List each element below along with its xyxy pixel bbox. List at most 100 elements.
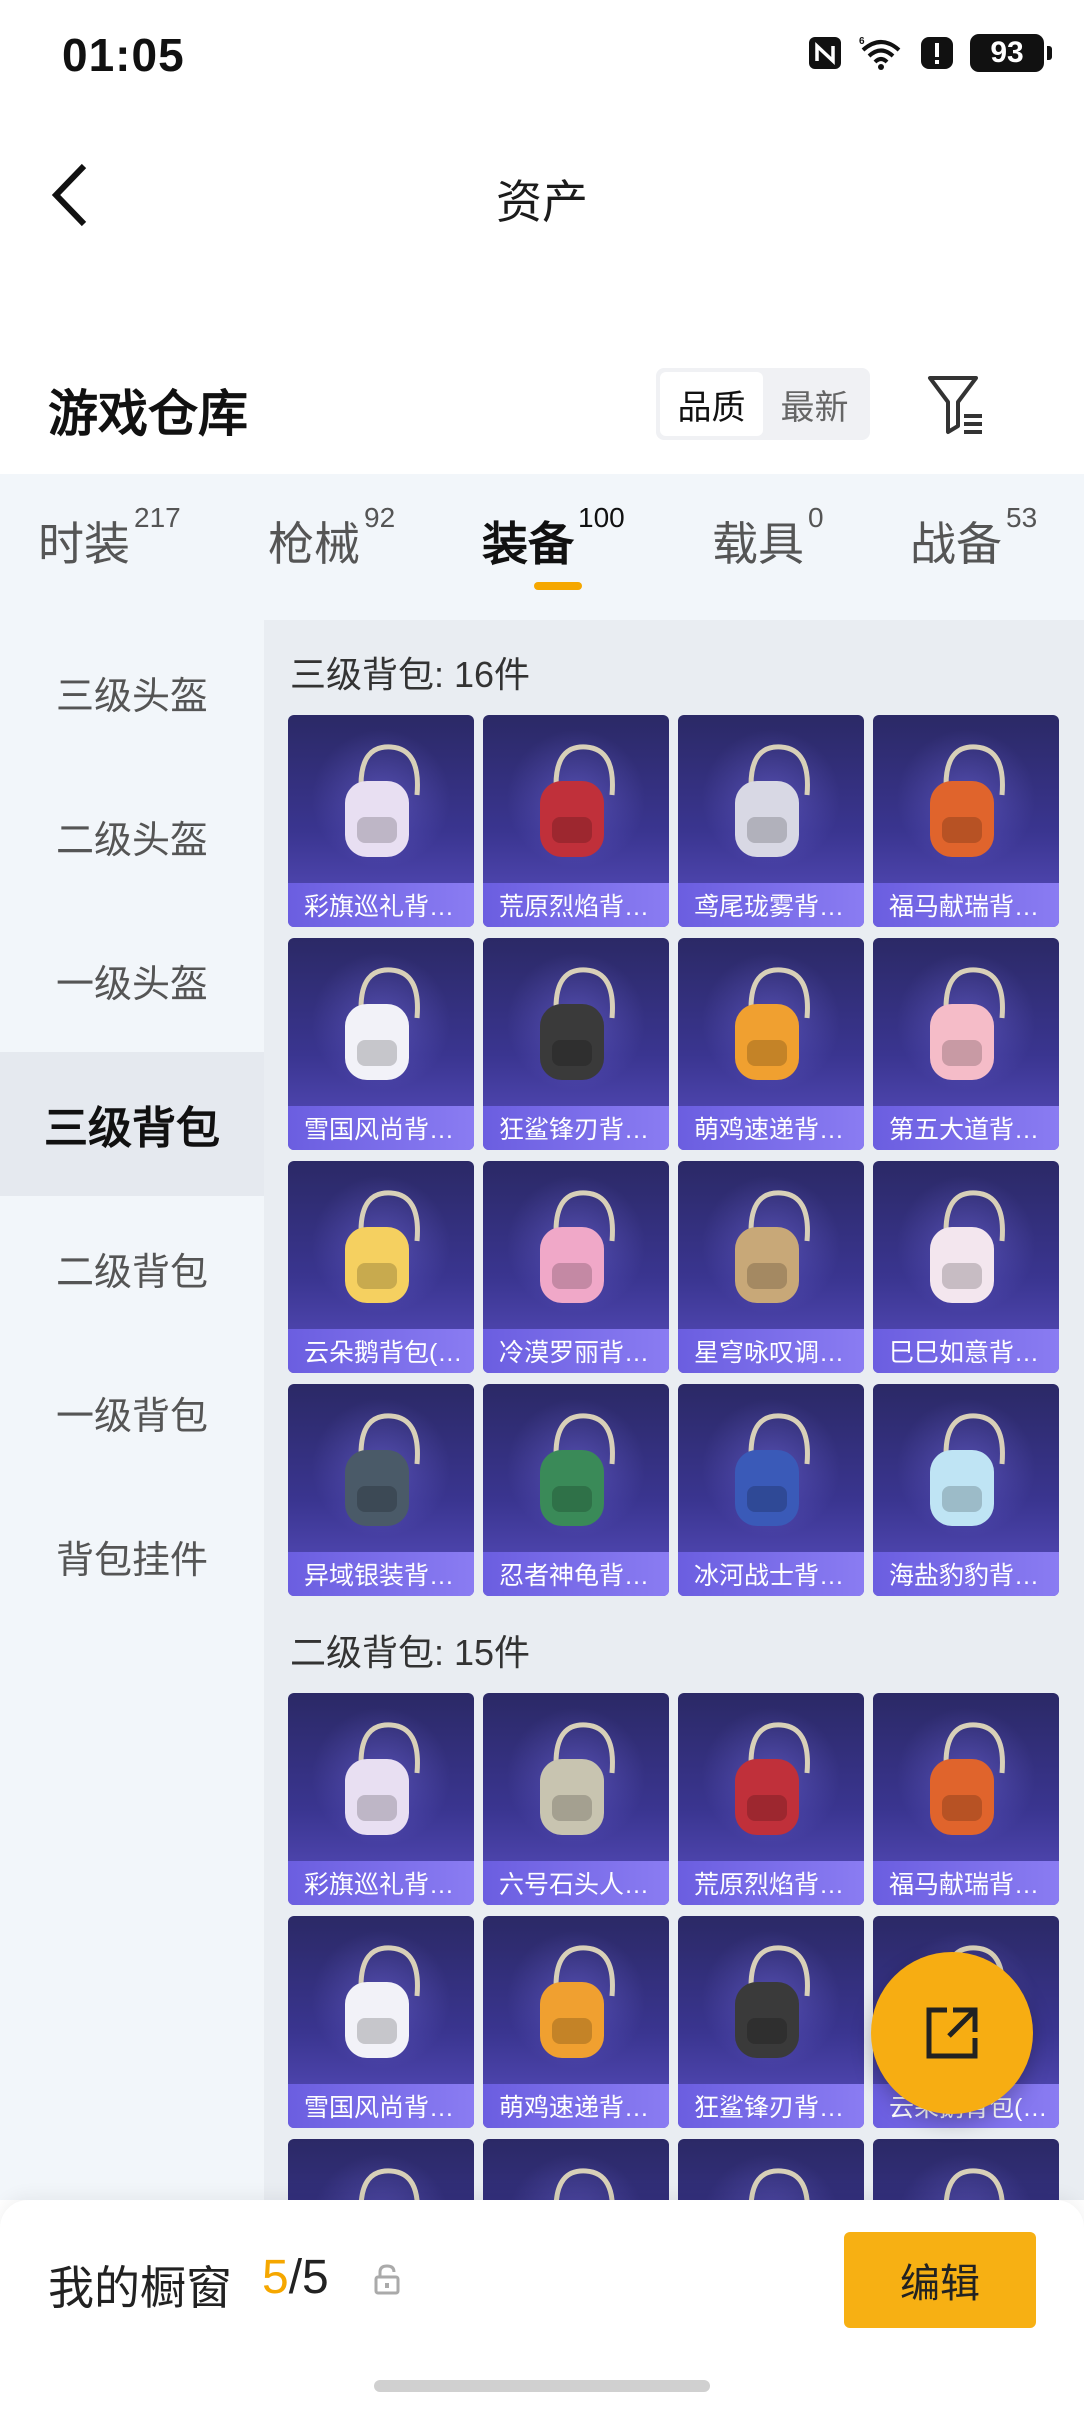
sort-option-quality[interactable]: 品质 xyxy=(660,372,763,436)
item-card[interactable]: 云朵鹅背包(… xyxy=(288,1161,474,1373)
backpack-icon xyxy=(735,1945,810,2058)
tab-firearms[interactable]: 枪械92 xyxy=(268,502,395,574)
item-card[interactable]: 雪国风尚背… xyxy=(288,938,474,1150)
backpack-icon xyxy=(930,1190,1005,1303)
status-time: 01:05 xyxy=(62,29,185,81)
showcase-count-current: 5 xyxy=(262,2251,289,2304)
item-card[interactable]: 狂鲨锋刃背… xyxy=(678,1916,864,2128)
sidebar-item-lv3-helmet[interactable]: 三级头盔 xyxy=(0,620,264,764)
group-title: 三级背包: 16件 xyxy=(290,654,531,695)
item-name: 福马献瑞背… xyxy=(889,1871,1040,1899)
wifi-icon: 6 xyxy=(859,36,901,70)
item-card[interactable]: 异域银装背… xyxy=(288,1384,474,1596)
home-indicator xyxy=(374,2380,710,2392)
item-card[interactable] xyxy=(678,2139,864,2200)
item-card[interactable]: 雪国风尚背… xyxy=(288,1916,474,2128)
item-name: 星穹咏叹调… xyxy=(694,1339,845,1367)
backpack-icon xyxy=(553,2168,615,2200)
filter-button[interactable] xyxy=(924,370,988,440)
tab-count: 217 xyxy=(134,502,181,533)
backpack-icon xyxy=(735,1413,810,1526)
item-card[interactable]: 福马献瑞背… xyxy=(873,1693,1059,1905)
item-name: 冷漠罗丽背… xyxy=(499,1339,650,1367)
item-card[interactable]: 海盐豹豹背… xyxy=(873,1384,1059,1596)
backpack-icon xyxy=(930,1722,1005,1835)
item-card[interactable] xyxy=(873,2139,1059,2200)
item-card[interactable] xyxy=(483,2139,669,2200)
backpack-icon xyxy=(345,1190,420,1303)
item-name: 狂鲨锋刃背… xyxy=(694,2094,845,2122)
item-name: 云朵鹅背包(… xyxy=(304,1339,463,1367)
item-card[interactable]: 彩旗巡礼背… xyxy=(288,1693,474,1905)
tab-supplies[interactable]: 战备53 xyxy=(910,502,1037,574)
item-name: 彩旗巡礼背… xyxy=(304,1871,455,1899)
item-card[interactable]: 荒原烈焰背… xyxy=(483,715,669,927)
card-label-bar: 冰河战士背… xyxy=(678,1552,864,1596)
item-name: 萌鸡速递背… xyxy=(694,1116,845,1144)
item-card[interactable] xyxy=(288,2139,474,2200)
backpack-icon xyxy=(358,2168,420,2200)
item-name: 萌鸡速递背… xyxy=(499,2094,650,2122)
card-label-bar: 狂鲨锋刃背… xyxy=(483,1106,669,1150)
page-title: 资产 xyxy=(496,176,588,228)
share-button[interactable] xyxy=(871,1952,1033,2114)
tab-label: 枪械 xyxy=(268,518,360,570)
card-label-bar: 冷漠罗丽背… xyxy=(483,1329,669,1373)
card-label-bar: 福马献瑞背… xyxy=(873,1861,1059,1905)
showcase-count-total: /5 xyxy=(288,2251,329,2304)
item-card[interactable]: 萌鸡速递背… xyxy=(678,938,864,1150)
tab-label: 装备 xyxy=(482,518,574,570)
item-name: 鸢尾珑雾背… xyxy=(694,893,845,921)
item-card[interactable]: 第五大道背… xyxy=(873,938,1059,1150)
backpack-icon xyxy=(345,1413,420,1526)
item-card[interactable]: 冷漠罗丽背… xyxy=(483,1161,669,1373)
card-label-bar: 雪国风尚背… xyxy=(288,2084,474,2128)
filter-icon xyxy=(928,376,982,434)
backpack-icon xyxy=(930,1413,1005,1526)
tab-label: 时装 xyxy=(38,518,130,570)
lock-icon xyxy=(374,2264,400,2295)
card-label-bar: 荒原烈焰背… xyxy=(678,1861,864,1905)
tab-vehicles[interactable]: 载具0 xyxy=(712,502,824,574)
item-name: 荒原烈焰背… xyxy=(694,1871,845,1899)
edit-button[interactable]: 编辑 xyxy=(844,2232,1036,2328)
item-card[interactable]: 忍者神龟背… xyxy=(483,1384,669,1596)
item-card[interactable]: 巳巳如意背… xyxy=(873,1161,1059,1373)
item-card[interactable]: 鸢尾珑雾背… xyxy=(678,715,864,927)
backpack-icon xyxy=(735,744,810,857)
item-name: 彩旗巡礼背… xyxy=(304,893,455,921)
sidebar-item-lv2-helmet[interactable]: 二级头盔 xyxy=(0,764,264,908)
card-label-bar: 雪国风尚背… xyxy=(288,1106,474,1150)
item-card[interactable]: 冰河战士背… xyxy=(678,1384,864,1596)
tab-equipment[interactable]: 装备100 xyxy=(482,502,625,574)
sidebar-item-lv3-backpack[interactable]: 三级背包 xyxy=(0,1052,264,1196)
item-card[interactable]: 狂鲨锋刃背… xyxy=(483,938,669,1150)
item-card[interactable]: 彩旗巡礼背… xyxy=(288,715,474,927)
card-label-bar: 萌鸡速递背… xyxy=(483,2084,669,2128)
item-card[interactable]: 六号石头人… xyxy=(483,1693,669,1905)
item-card[interactable]: 萌鸡速递背… xyxy=(483,1916,669,2128)
tab-fashion[interactable]: 时装217 xyxy=(38,502,181,574)
item-name: 忍者神龟背… xyxy=(499,1562,650,1590)
status-bar: 01:05 6 93 xyxy=(0,0,1084,110)
sort-option-newest[interactable]: 最新 xyxy=(763,372,866,436)
card-label-bar: 福马献瑞背… xyxy=(873,883,1059,927)
card-label-bar: 星穹咏叹调… xyxy=(678,1329,864,1373)
section-header: 游戏仓库 品质 最新 xyxy=(0,350,1084,470)
tab-count: 0 xyxy=(808,502,824,533)
item-card[interactable]: 星穹咏叹调… xyxy=(678,1161,864,1373)
nfc-icon xyxy=(809,37,841,69)
share-icon xyxy=(926,2007,978,2059)
sort-toggle: 品质 最新 xyxy=(656,368,870,440)
sidebar-item-lv1-backpack[interactable]: 一级背包 xyxy=(0,1340,264,1484)
sidebar-item-lv1-helmet[interactable]: 一级头盔 xyxy=(0,908,264,1052)
sidebar-item-lv2-backpack[interactable]: 二级背包 xyxy=(0,1196,264,1340)
item-name: 雪国风尚背… xyxy=(304,1116,455,1144)
backpack-icon xyxy=(345,967,420,1080)
item-card[interactable]: 荒原烈焰背… xyxy=(678,1693,864,1905)
sidebar-item-backpack-charm[interactable]: 背包挂件 xyxy=(0,1484,264,1628)
item-card[interactable]: 福马献瑞背… xyxy=(873,715,1059,927)
showcase-count: 5/5 xyxy=(262,2250,329,2305)
item-name: 海盐豹豹背… xyxy=(889,1562,1040,1590)
backpack-icon xyxy=(735,967,810,1080)
